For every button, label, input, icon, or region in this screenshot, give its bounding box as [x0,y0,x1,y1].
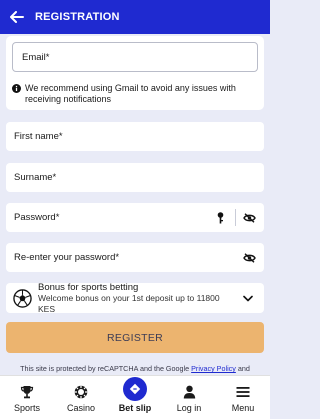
bonus-subtitle: Welcome bonus on your 1st deposit up to … [38,292,220,314]
trophy-icon [20,384,34,400]
surname-field[interactable]: Surname* [6,163,264,192]
email-field-label: Email* [22,51,50,63]
casino-chip-icon [74,384,88,400]
chevron-down-icon [243,295,253,301]
register-button-label: REGISTER [106,331,164,344]
nav-login-label: Log in [176,403,202,413]
bonus-title: Bonus for sports betting [38,281,139,293]
password-label: Password* [14,212,60,223]
bonus-text: Bonus for sports betting Welcome bonus o… [38,282,238,315]
eye-slash-icon [242,252,256,263]
betslip-badge [123,377,147,401]
info-icon [12,84,21,93]
page-title: REGISTRATION [35,11,120,23]
bonus-selector[interactable]: Bonus for sports betting Welcome bonus o… [6,282,264,315]
toggle-password-visibility[interactable] [242,212,256,223]
nav-menu-label: Menu [231,403,255,413]
password-generator-button[interactable] [211,211,229,224]
soccer-ball-icon [13,288,32,308]
first-name-field[interactable]: First name* [6,122,264,151]
recaptcha-suffix: and [237,364,250,373]
privacy-policy-link[interactable]: Privacy Policy [191,364,236,373]
password-field-icons [211,203,264,232]
arrow-left-icon [10,11,24,23]
register-button[interactable]: REGISTER [6,322,264,353]
app-header: REGISTRATION [0,0,270,34]
surname-label: Surname* [14,172,57,183]
reenter-password-field[interactable]: Re-enter your password* [6,243,264,272]
ticket-icon [129,383,141,395]
hamburger-icon [236,384,250,400]
first-name-label: First name* [14,131,63,142]
user-icon [183,384,196,400]
bottom-navigation: Sports Casino Bet slip Log in Menu [0,375,270,419]
nav-menu[interactable]: Menu [216,376,270,419]
nav-casino-label: Casino [66,403,95,413]
icon-divider [235,209,236,226]
eye-slash-icon [242,212,256,223]
gmail-notice-text: We recommend using Gmail to avoid any is… [25,83,236,104]
nav-login[interactable]: Log in [162,376,216,419]
toggle-reenter-visibility[interactable] [242,252,256,263]
nav-sports[interactable]: Sports [0,376,54,419]
email-section: Email* We recommend using Gmail to avoid… [6,36,264,110]
back-button[interactable] [0,0,34,34]
reenter-password-label: Re-enter your password* [14,252,120,263]
nav-sports-label: Sports [13,403,40,413]
nav-betslip-label: Bet slip [118,403,152,413]
key-icon [217,211,223,223]
recaptcha-notice: This site is protected by reCAPTCHA and … [0,364,270,373]
email-field[interactable]: Email* [12,42,258,72]
recaptcha-text: This site is protected by reCAPTCHA and … [20,364,190,373]
password-field[interactable]: Password* [6,203,264,232]
nav-betslip[interactable]: Bet slip [108,376,162,419]
bonus-expand[interactable] [238,295,258,302]
nav-casino[interactable]: Casino [54,376,108,419]
gmail-notice: We recommend using Gmail to avoid any is… [12,83,258,105]
